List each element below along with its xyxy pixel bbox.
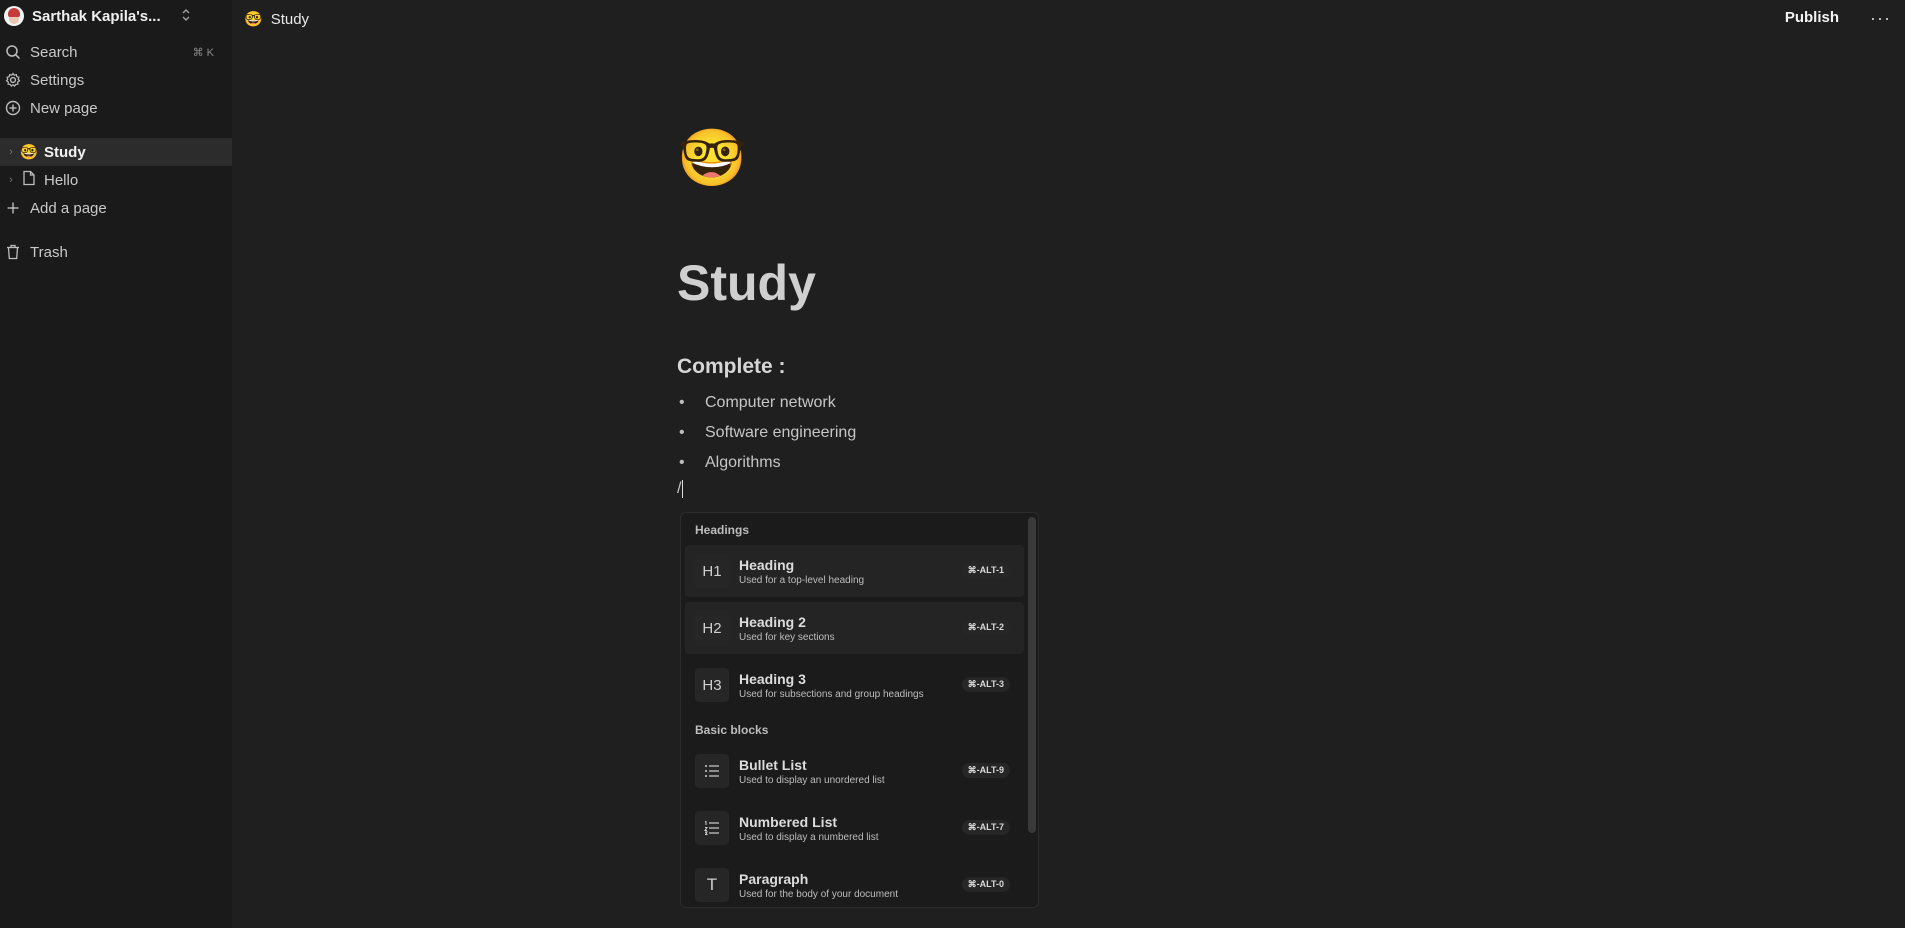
menu-item-title: Paragraph [739, 870, 809, 887]
menu-item-shortcut: ⌘-ALT-3 [961, 677, 1010, 692]
menu-item-desc: Used to display a numbered list [739, 831, 879, 843]
menu-item-title: Numbered List [739, 813, 838, 830]
breadcrumb[interactable]: 🤓 Study [244, 10, 310, 29]
sidebar-add-page-label: Add a page [30, 199, 107, 217]
list-item-text: Software engineering [705, 424, 857, 441]
trash-icon [2, 244, 24, 260]
menu-item-title: Heading 3 [739, 670, 806, 687]
menu-item-shortcut: ⌘-ALT-0 [961, 877, 1010, 892]
sidebar-item-hello[interactable]: › Hello [0, 166, 232, 194]
menu-group-headings: Headings [695, 523, 750, 537]
menu-group-basic-blocks: Basic blocks [695, 723, 769, 737]
heading-2-icon-text: H2 [702, 619, 722, 637]
breadcrumb-emoji-icon: 🤓 [244, 11, 263, 28]
chevron-right-icon[interactable]: › [4, 146, 18, 158]
slash-command-menu: Headings H1 Heading Used for a top-level … [680, 512, 1039, 908]
menu-item-title: Heading [739, 556, 795, 573]
heading-3-icon: H3 [695, 668, 729, 702]
breadcrumb-title: Study [270, 10, 310, 28]
sidebar-trash[interactable]: Trash [0, 238, 232, 266]
menu-item-heading-2[interactable]: H2 Heading 2 Used for key sections ⌘-ALT-… [685, 602, 1024, 654]
list-item[interactable]: • Software engineering [677, 418, 856, 448]
menu-item-shortcut: ⌘-ALT-9 [961, 763, 1010, 778]
sidebar-new-page-label: New page [30, 99, 98, 117]
sidebar-settings-label: Settings [30, 71, 85, 89]
menu-item-title: Bullet List [739, 756, 807, 773]
paragraph-icon: T [695, 868, 729, 902]
numbered-list-icon [695, 811, 729, 845]
bullet-list-icon [695, 754, 729, 788]
sidebar: Sarthak Kapila's... Search ⌘ K Settings … [0, 0, 232, 928]
bullet-marker: • [679, 424, 685, 441]
bullet-list: • Computer network • Software engineering … [677, 388, 856, 478]
page-emoji-nerd-icon: 🤓 [19, 144, 39, 161]
menu-item-shortcut: ⌘-ALT-7 [961, 820, 1010, 835]
workspace-name: Sarthak Kapila's... [32, 7, 161, 25]
top-bar: 🤓 Study Publish ··· [232, 0, 1905, 40]
slash-text: / [677, 480, 682, 498]
list-item-text: Computer network [705, 394, 836, 411]
text-caret [682, 480, 684, 498]
block-heading[interactable]: Complete : [677, 355, 786, 379]
sidebar-search-label: Search [30, 43, 78, 61]
gear-icon [2, 72, 24, 88]
menu-item-heading-3[interactable]: H3 Heading 3 Used for subsections and gro… [685, 659, 1024, 711]
workspace-avatar [4, 6, 24, 26]
bullet-marker: • [679, 454, 685, 471]
list-item[interactable]: • Algorithms [677, 448, 856, 478]
heading-2-icon: H2 [695, 611, 729, 645]
menu-item-paragraph[interactable]: T Paragraph Used for the body of your doc… [685, 859, 1024, 907]
menu-item-desc: Used for subsections and group headings [739, 688, 924, 700]
publish-button[interactable]: Publish [1785, 9, 1839, 26]
heading-1-icon-text: H1 [702, 562, 722, 580]
search-icon [2, 44, 24, 60]
menu-scrollbar[interactable] [1028, 517, 1036, 905]
menu-item-numbered-list[interactable]: Numbered List Used to display a numbered … [685, 802, 1024, 854]
paragraph-icon-text: T [706, 875, 718, 894]
menu-item-shortcut: ⌘-ALT-1 [961, 563, 1010, 578]
menu-item-heading-1[interactable]: H1 Heading Used for a top-level heading ⌘… [685, 545, 1024, 597]
menu-item-desc: Used for key sections [739, 631, 835, 643]
list-item-text: Algorithms [705, 454, 781, 471]
menu-item-desc: Used to display an unordered list [739, 774, 885, 786]
slash-command-input[interactable]: / [677, 480, 684, 498]
heading-3-icon-text: H3 [702, 676, 722, 694]
page-title[interactable]: Study [677, 254, 816, 312]
sidebar-settings[interactable]: Settings [0, 66, 232, 94]
menu-item-shortcut: ⌘-ALT-2 [961, 620, 1010, 635]
sidebar-item-study[interactable]: › 🤓 Study [0, 138, 232, 166]
more-options-icon[interactable]: ··· [1870, 8, 1891, 29]
sidebar-add-page[interactable]: Add a page [0, 194, 232, 222]
sidebar-item-hello-label: Hello [44, 171, 79, 189]
document-icon [18, 170, 40, 190]
chevron-up-down-icon[interactable] [181, 8, 191, 24]
plus-circle-icon [2, 100, 24, 116]
workspace-switcher[interactable]: Sarthak Kapila's... [4, 4, 191, 28]
bullet-marker: • [679, 394, 685, 411]
chevron-right-icon[interactable]: › [4, 174, 18, 186]
plus-icon [2, 201, 24, 215]
menu-item-title: Heading 2 [739, 613, 806, 630]
sidebar-item-study-label: Study [44, 143, 86, 161]
menu-item-bullet-list[interactable]: Bullet List Used to display an unordered … [685, 745, 1024, 797]
menu-scrollbar-thumb[interactable] [1028, 517, 1036, 833]
sidebar-new-page[interactable]: New page [0, 94, 232, 122]
search-shortcut: ⌘ K [192, 46, 214, 59]
sidebar-trash-label: Trash [30, 243, 68, 261]
list-item[interactable]: • Computer network [677, 388, 856, 418]
heading-1-icon: H1 [695, 554, 729, 588]
page-icon-emoji[interactable]: 🤓 [677, 130, 747, 186]
sidebar-search[interactable]: Search ⌘ K [0, 38, 232, 66]
menu-item-desc: Used for the body of your document [739, 888, 898, 900]
menu-item-desc: Used for a top-level heading [739, 574, 865, 586]
